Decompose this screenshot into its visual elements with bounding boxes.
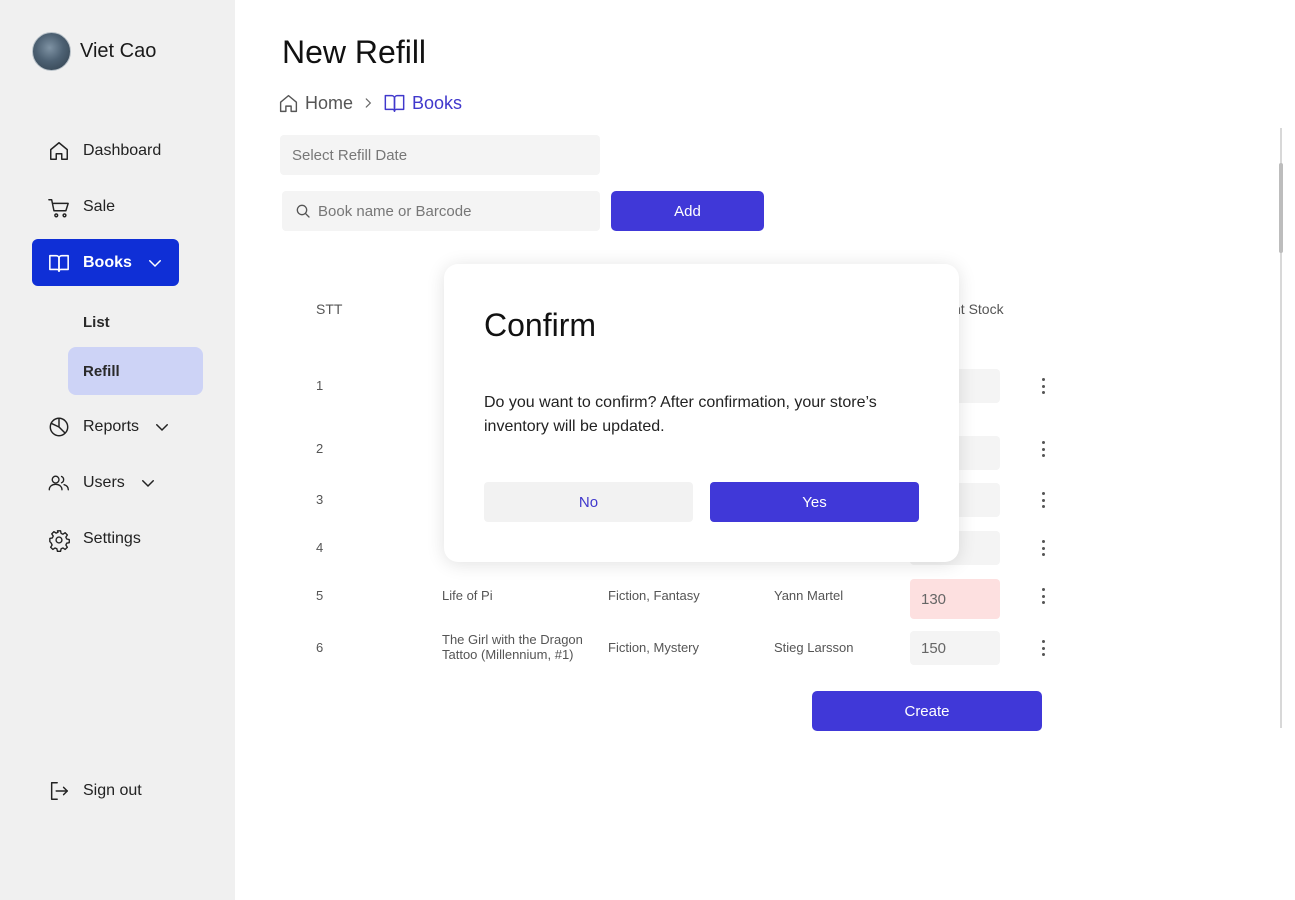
nav-users[interactable]: Users <box>32 459 157 506</box>
no-button-label: No <box>578 493 599 511</box>
avatar <box>32 32 71 71</box>
sign-out-button[interactable]: Sign out <box>32 767 142 814</box>
breadcrumb: Home Books <box>278 92 462 114</box>
nav-sale[interactable]: Sale <box>32 183 115 230</box>
dialog-title: Confirm <box>484 307 597 343</box>
row-stt: 3 <box>316 492 324 507</box>
user-name: Viet Cao <box>80 40 157 62</box>
add-button-label: Add <box>674 202 701 220</box>
sign-out-icon <box>48 780 70 802</box>
gear-icon <box>48 528 70 552</box>
more-options-icon[interactable] <box>1040 540 1046 556</box>
row-author: Stieg Larsson <box>774 640 854 655</box>
user-profile[interactable]: Viet Cao <box>32 32 156 71</box>
more-options-icon[interactable] <box>1040 492 1046 508</box>
stock-value: 130 <box>921 590 947 608</box>
row-stt: 1 <box>316 378 324 393</box>
book-icon <box>383 92 406 114</box>
confirm-dialog: Confirm Do you want to confirm? After co… <box>444 264 959 562</box>
row-stt: 6 <box>316 640 324 655</box>
sign-out-label: Sign out <box>83 781 142 799</box>
search-input[interactable]: Book name or Barcode <box>282 191 600 231</box>
cart-icon <box>48 196 70 218</box>
nav-dashboard-label: Dashboard <box>83 141 162 159</box>
nav-reports[interactable]: Reports <box>32 403 171 450</box>
sidebar-item-list-label: List <box>83 313 110 331</box>
stock-value: 150 <box>921 639 947 657</box>
page-title: New Refill <box>282 34 427 70</box>
row-stt: 2 <box>316 441 324 456</box>
nav-sale-label: Sale <box>83 197 116 215</box>
book-icon <box>48 252 70 274</box>
row-book-name: Life of Pi <box>442 588 493 603</box>
more-options-icon[interactable] <box>1040 588 1046 604</box>
add-button[interactable]: Add <box>611 191 764 231</box>
create-button-label: Create <box>904 702 950 720</box>
scrollbar-thumb[interactable] <box>1279 163 1283 253</box>
refill-date-field[interactable]: Select Refill Date <box>280 135 600 175</box>
row-stt: 5 <box>316 588 324 603</box>
chevron-down-icon <box>139 474 157 492</box>
search-placeholder: Book name or Barcode <box>318 202 472 220</box>
dialog-message: Do you want to confirm? After confirmati… <box>484 394 877 435</box>
stock-input[interactable]: 130 <box>910 579 1000 619</box>
column-header-stock: nt Stock <box>953 301 1004 317</box>
more-options-icon[interactable] <box>1040 640 1046 656</box>
column-header-stt: STT <box>316 301 343 317</box>
home-icon <box>48 140 70 162</box>
search-icon <box>295 203 311 219</box>
home-icon <box>278 93 299 114</box>
row-book-name: The Girl with the Dragon Tattoo (Millenn… <box>442 632 583 662</box>
chevron-down-icon <box>153 418 171 436</box>
nav-reports-label: Reports <box>83 417 140 435</box>
row-author: Yann Martel <box>774 588 844 603</box>
yes-button[interactable]: Yes <box>710 482 919 522</box>
create-button[interactable]: Create <box>812 691 1042 731</box>
refill-date-placeholder: Select Refill Date <box>292 146 408 164</box>
nav-users-label: Users <box>83 473 125 491</box>
sidebar-item-refill-label: Refill <box>83 362 120 380</box>
breadcrumb-books[interactable]: Books <box>383 92 462 114</box>
chevron-down-icon <box>146 254 164 272</box>
breadcrumb-home[interactable]: Home <box>278 93 353 114</box>
nav-dashboard[interactable]: Dashboard <box>32 127 161 174</box>
sidebar: Viet Cao Dashboard Sale Books List Refil… <box>0 0 235 900</box>
yes-button-label: Yes <box>802 493 827 511</box>
more-options-icon[interactable] <box>1040 441 1046 457</box>
nav-settings[interactable]: Settings <box>32 515 141 562</box>
users-icon <box>48 472 70 494</box>
sidebar-item-list[interactable]: List <box>68 298 203 346</box>
nav-books[interactable]: Books <box>32 239 179 286</box>
breadcrumb-books-label: Books <box>412 92 463 113</box>
chevron-right-icon <box>361 96 375 110</box>
breadcrumb-home-label: Home <box>305 92 354 113</box>
nav-books-label: Books <box>83 253 132 271</box>
row-genre: Fiction, Mystery <box>608 640 700 655</box>
pie-chart-icon <box>48 416 70 438</box>
nav-settings-label: Settings <box>83 529 141 547</box>
sidebar-item-refill[interactable]: Refill <box>68 347 203 395</box>
row-genre: Fiction, Fantasy <box>608 588 700 603</box>
no-button[interactable]: No <box>484 482 693 522</box>
row-stt: 4 <box>316 540 324 555</box>
stock-input[interactable]: 150 <box>910 631 1000 665</box>
more-options-icon[interactable] <box>1040 378 1046 394</box>
